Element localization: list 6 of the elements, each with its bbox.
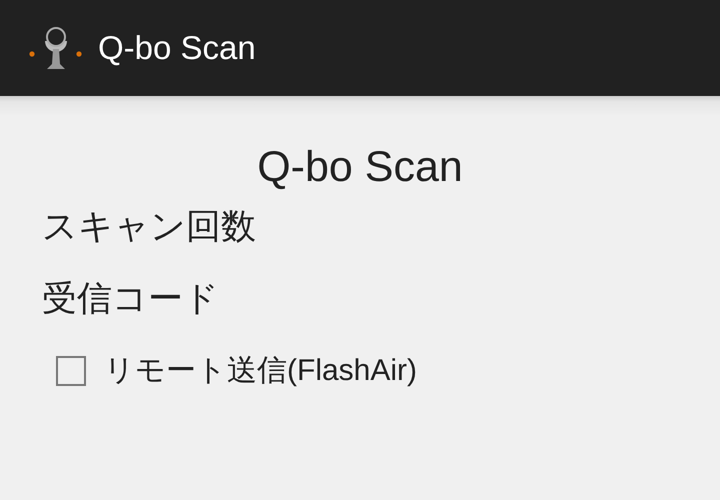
field-label: 受信コード [42, 278, 220, 320]
app-title: Q-bo Scan [98, 29, 256, 67]
field-label: スキャン回数 [42, 206, 257, 248]
checkbox[interactable] [56, 356, 86, 386]
checkbox-label[interactable]: リモート送信(FlashAir) [104, 350, 418, 391]
screen-heading: Q-bo Scan [256, 143, 464, 192]
